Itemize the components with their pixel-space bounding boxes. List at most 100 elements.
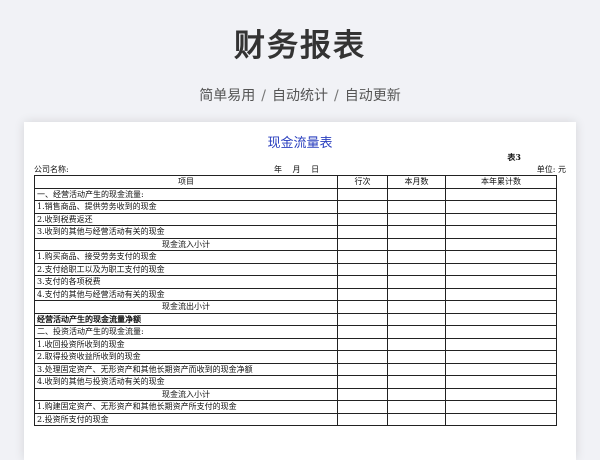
line-no-cell[interactable] [337,400,388,414]
unit-label: 单位: 元 [536,165,566,174]
table-row: 4.收到的其他与投资活动有关的现金 [34,375,557,389]
row-item-label: 1.购买商品、接受劳务支付的现金 [34,250,338,264]
table-row: 1.购买商品、接受劳务支付的现金 [34,250,557,264]
table-row: 2.支付给职工以及为职工支付的现金 [34,262,557,276]
row-item-label: 4.收到的其他与投资活动有关的现金 [34,375,338,389]
table-row: 二、投资活动产生的现金流量: [34,325,557,339]
table-row: 3.支付的各项税费 [34,275,557,289]
row-item-label: 现金流出小计 [34,300,338,314]
line-no-cell[interactable] [337,300,388,314]
line-no-cell[interactable] [337,237,388,251]
ytd-cell[interactable] [445,412,557,426]
this-month-cell[interactable] [387,287,446,301]
row-item-label: 2.投资所支付的现金 [34,412,338,426]
line-no-cell[interactable] [337,225,388,239]
ytd-cell[interactable] [445,312,557,326]
ytd-cell[interactable] [445,400,557,414]
table-row: 现金流出小计 [34,300,557,314]
this-month-cell[interactable] [387,300,446,314]
line-no-cell[interactable] [337,250,388,264]
table-row: 1.购建固定资产、无形资产和其他长期资产所支付的现金 [34,400,557,414]
line-no-cell[interactable] [337,375,388,389]
table-row: 2.投资所支付的现金 [34,412,557,426]
this-month-cell[interactable] [387,225,446,239]
row-item-label: 经营活动产生的现金流量净额 [34,312,338,326]
line-no-cell[interactable] [337,287,388,301]
table-row: 2.取得投资收益所收到的现金 [34,350,557,364]
feature-auto-update: 自动更新 [344,88,401,104]
line-no-cell[interactable] [337,312,388,326]
date-label: 年 月 日 [274,165,320,174]
ytd-cell[interactable] [445,212,557,226]
row-item-label: 2.取得投资收益所收到的现金 [34,350,338,364]
this-month-cell[interactable] [387,262,446,276]
ytd-cell[interactable] [445,287,557,301]
row-item-label: 4.支付的其他与经营活动有关的现金 [34,287,338,301]
this-month-cell[interactable] [387,375,446,389]
this-month-cell[interactable] [387,412,446,426]
line-no-cell[interactable] [337,387,388,401]
column-header-ytd: 本年累计数 [445,175,557,189]
cash-flow-sheet: 现金流量表 表3 公司名称: 年 月 日 单位: 元 项目 行次 本月数 本年累… [24,122,576,460]
ytd-cell[interactable] [445,237,557,251]
this-month-cell[interactable] [387,312,446,326]
this-month-cell[interactable] [387,400,446,414]
line-no-cell[interactable] [337,262,388,276]
column-header-line-no: 行次 [337,175,388,189]
ytd-cell[interactable] [445,275,557,289]
ytd-cell[interactable] [445,300,557,314]
row-item-label: 现金流入小计 [34,237,338,251]
table-body: 一、经营活动产生的现金流量: 1.销售商品、提供劳务收到的现金 2.收到税费返还 3.… [34,187,557,426]
this-month-cell[interactable] [387,187,446,201]
ytd-cell[interactable] [445,337,557,351]
ytd-cell[interactable] [445,362,557,376]
line-no-cell[interactable] [337,362,388,376]
ytd-cell[interactable] [445,187,557,201]
row-item-label: 1.收回投资所收到的现金 [34,337,338,351]
feature-tagline: 简单易用 / 自动统计 / 自动更新 [0,85,600,105]
table-row: 3.处理固定资产、无形资产和其他长期资产而收到的现金净额 [34,362,557,376]
ytd-cell[interactable] [445,325,557,339]
line-no-cell[interactable] [337,337,388,351]
row-item-label: 1.购建固定资产、无形资产和其他长期资产所支付的现金 [34,400,338,414]
this-month-cell[interactable] [387,200,446,214]
line-no-cell[interactable] [337,275,388,289]
ytd-cell[interactable] [445,375,557,389]
row-item-label: 3.收到的其他与经营活动有关的现金 [34,225,338,239]
column-header-item: 项目 [34,175,338,189]
row-item-label: 2.收到税费返还 [34,212,338,226]
row-item-label: 1.销售商品、提供劳务收到的现金 [34,200,338,214]
this-month-cell[interactable] [387,387,446,401]
line-no-cell[interactable] [337,200,388,214]
this-month-cell[interactable] [387,325,446,339]
column-header-this-month: 本月数 [387,175,446,189]
this-month-cell[interactable] [387,337,446,351]
feature-easy: 简单易用 [199,88,256,104]
this-month-cell[interactable] [387,275,446,289]
this-month-cell[interactable] [387,237,446,251]
form-number: 表3 [507,152,521,162]
table-row: 1.收回投资所收到的现金 [34,337,557,351]
ytd-cell[interactable] [445,262,557,276]
this-month-cell[interactable] [387,212,446,226]
row-item-label: 3.处理固定资产、无形资产和其他长期资产而收到的现金净额 [34,362,338,376]
ytd-cell[interactable] [445,350,557,364]
line-no-cell[interactable] [337,212,388,226]
ytd-cell[interactable] [445,200,557,214]
document-title: 现金流量表 [267,136,333,151]
row-item-label: 一、经营活动产生的现金流量: [34,187,338,201]
this-month-cell[interactable] [387,350,446,364]
line-no-cell[interactable] [337,187,388,201]
row-item-label: 2.支付给职工以及为职工支付的现金 [34,262,338,276]
cash-flow-table: 项目 行次 本月数 本年累计数 一、经营活动产生的现金流量: 1.销售商品、提供劳… [34,175,557,426]
line-no-cell[interactable] [337,350,388,364]
ytd-cell[interactable] [445,225,557,239]
table-row: 1.销售商品、提供劳务收到的现金 [34,200,557,214]
row-item-label: 现金流入小计 [34,387,338,401]
this-month-cell[interactable] [387,362,446,376]
this-month-cell[interactable] [387,250,446,264]
ytd-cell[interactable] [445,250,557,264]
ytd-cell[interactable] [445,387,557,401]
line-no-cell[interactable] [337,325,388,339]
line-no-cell[interactable] [337,412,388,426]
